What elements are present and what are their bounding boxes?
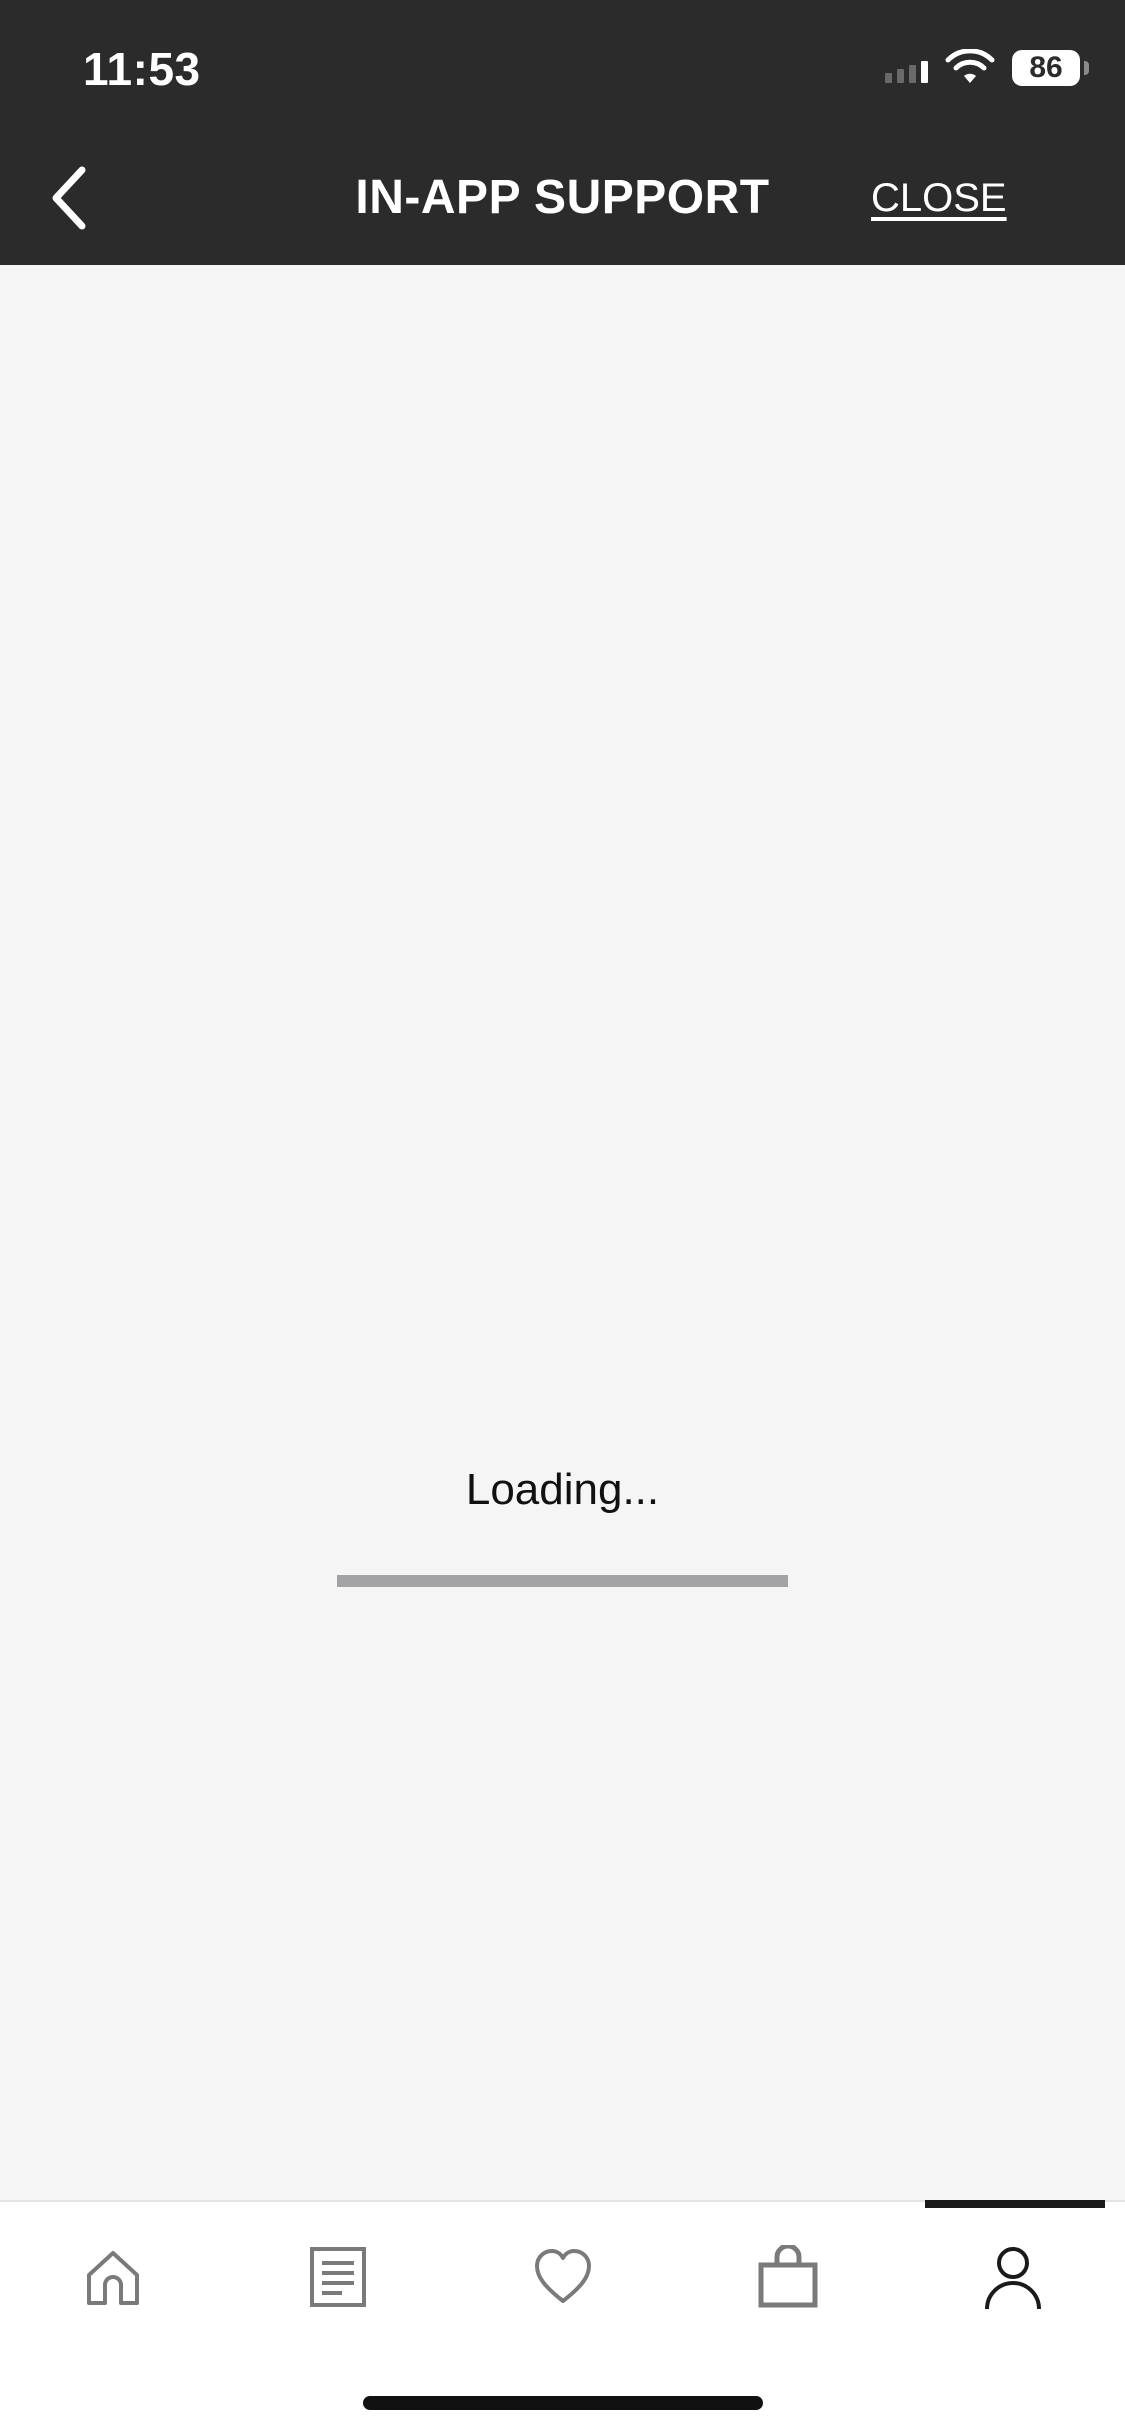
heart-icon xyxy=(534,2249,591,2303)
status-indicators: 86 xyxy=(885,48,1089,88)
loading-text: Loading... xyxy=(465,1465,660,1514)
header-bar: 11:53 86 IN-APP SUPPORT CLOSE xyxy=(0,0,1125,265)
active-tab-indicator xyxy=(925,2200,1105,2208)
tab-profile[interactable] xyxy=(900,2202,1125,2352)
close-button[interactable]: CLOSE xyxy=(871,176,1007,221)
bag-icon xyxy=(758,2245,817,2308)
app-screen: 11:53 86 IN-APP SUPPORT CLOSE Loading... xyxy=(0,0,1125,2436)
home-indicator[interactable] xyxy=(363,2396,763,2410)
tab-wishlist[interactable] xyxy=(450,2202,675,2352)
status-time: 11:53 xyxy=(83,43,201,95)
cellular-signal-icon xyxy=(885,53,928,83)
battery-icon: 86 xyxy=(1012,50,1089,86)
tab-home[interactable] xyxy=(0,2202,225,2352)
battery-level: 86 xyxy=(1029,51,1063,84)
support-webview: Loading... xyxy=(0,265,1125,2200)
profile-icon xyxy=(984,2247,1041,2310)
wifi-icon xyxy=(945,49,995,83)
tab-catalog[interactable] xyxy=(225,2202,450,2352)
loading-progress-fill xyxy=(337,1575,788,1587)
loading-progress-bar xyxy=(337,1575,788,1587)
tab-bag[interactable] xyxy=(675,2202,900,2352)
home-icon xyxy=(86,2251,139,2305)
catalog-icon xyxy=(309,2247,366,2307)
